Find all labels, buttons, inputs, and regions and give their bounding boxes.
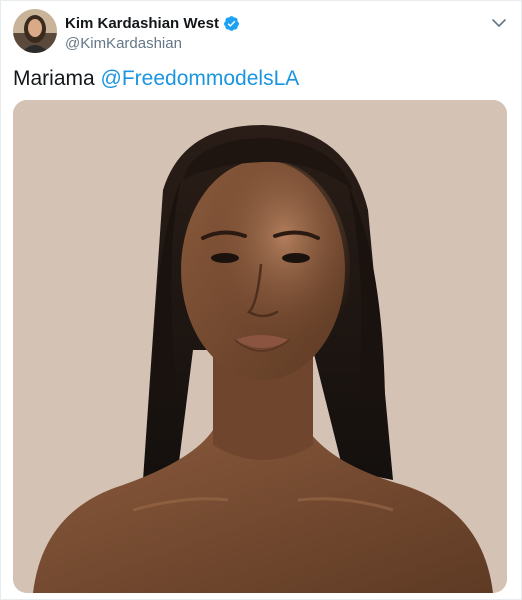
tweet-body-text: Mariama <box>13 67 95 90</box>
avatar-image <box>13 9 57 53</box>
tweet-text: Mariama @FreedommodelsLA <box>13 66 299 92</box>
author-handle[interactable]: @KimKardashian <box>65 35 240 52</box>
portrait-image <box>13 100 507 593</box>
author-avatar[interactable] <box>13 9 57 53</box>
verified-badge-icon <box>223 15 240 32</box>
chevron-down-icon[interactable] <box>489 13 509 33</box>
tweet-card: Kim Kardashian West @KimKardashian Maria… <box>0 0 522 600</box>
author-display-name[interactable]: Kim Kardashian West <box>65 15 219 32</box>
author-name-row: Kim Kardashian West <box>65 13 240 33</box>
tweet-photo[interactable] <box>13 100 507 593</box>
mention-link[interactable]: @FreedommodelsLA <box>101 67 300 90</box>
author-block: Kim Kardashian West @KimKardashian <box>65 13 240 52</box>
